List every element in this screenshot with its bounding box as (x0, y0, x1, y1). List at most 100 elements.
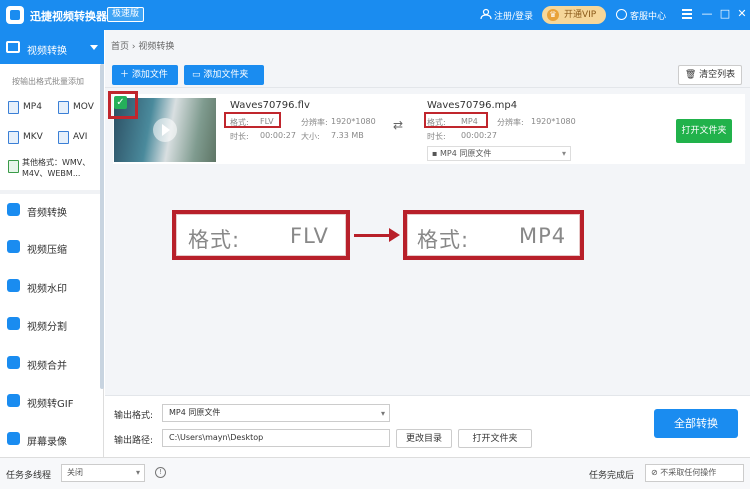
vip-button[interactable]: ♛ 开通VIP (542, 6, 606, 24)
service-link[interactable]: 客服中心 (630, 9, 666, 22)
sidebar-item-video-gif[interactable]: 视频转GIF (0, 385, 104, 415)
file-checkbox[interactable]: ✓ (108, 91, 138, 119)
chat-icon (616, 9, 627, 20)
zoom-source-value: FLV (290, 224, 329, 248)
zoom-source-label: 格式: (188, 228, 241, 252)
format-mp4[interactable]: MP4 (8, 101, 52, 115)
watermark-icon (7, 279, 20, 292)
sidebar-item-audio-convert[interactable]: 音频转换 (0, 194, 104, 224)
sidebar-item-video-merge[interactable]: 视频合并 (0, 347, 104, 377)
file-icon (58, 101, 69, 114)
sidebar-item-label: 视频压缩 (27, 245, 67, 256)
add-folder-button[interactable]: ▭ 添加文件夹 (184, 65, 264, 85)
check-icon: ✓ (114, 96, 127, 109)
output-resolution-value: 1920*1080 (531, 117, 576, 126)
split-icon (7, 317, 20, 330)
source-size-value: 7.33 MB (331, 131, 364, 140)
zoom-output-label: 格式: (417, 228, 470, 252)
app-title: 迅捷视频转换器 (30, 10, 107, 23)
format-hint: 按输出格式批量添加 (12, 77, 84, 86)
sidebar-item-label: 视频转GIF (27, 399, 74, 410)
file-icon (58, 131, 69, 144)
video-small-icon: ▪ (432, 149, 440, 158)
record-icon (7, 432, 20, 445)
prohibit-icon: ⊘ (651, 468, 661, 477)
info-icon[interactable]: ! (155, 467, 166, 478)
file-row: Waves70796.flv 格式: FLV 分辨率: 1920*1080 时长… (113, 94, 745, 164)
output-resolution-label: 分辨率: (497, 118, 524, 127)
sidebar: 视频转换 按输出格式批量添加 MP4 MOV MKV AVI 其他格式：WMV、… (0, 30, 104, 457)
login-link[interactable]: 注册/登录 (494, 9, 533, 22)
sidebar-item-video-watermark[interactable]: 视频水印 (0, 270, 104, 300)
audio-icon (7, 203, 20, 216)
title-bar: 迅捷视频转换器 极速版 注册/登录 ♛ 开通VIP 客服中心 — □ ✕ (0, 0, 750, 30)
sidebar-item-video-convert[interactable]: 视频转换 (0, 30, 104, 64)
source-resolution-value: 1920*1080 (331, 117, 376, 126)
merge-icon (7, 356, 20, 369)
zoom-output-format: 格式: MP4 (403, 210, 584, 260)
sidebar-item-label: 视频分割 (27, 322, 67, 333)
output-format-dropdown[interactable]: MP4 同原文件 ▾ (162, 404, 390, 422)
compress-icon (7, 240, 20, 253)
source-duration-label: 时长: (230, 132, 249, 141)
arrow-right-icon (389, 228, 400, 242)
multithread-select[interactable]: 关闭 ▾ (61, 464, 145, 482)
format-label: AVI (73, 132, 88, 142)
menu-icon[interactable] (682, 9, 692, 19)
clear-list-label: 清空列表 (699, 70, 736, 80)
format-avi[interactable]: AVI (58, 131, 102, 145)
vip-label: 开通VIP (564, 10, 597, 20)
open-folder-button[interactable]: 打开文件夹 (676, 119, 732, 143)
app-logo-icon (6, 6, 24, 24)
open-output-folder-button[interactable]: 打开文件夹 (458, 429, 532, 448)
minimize-button[interactable]: — (701, 8, 713, 20)
maximize-button[interactable]: □ (719, 8, 731, 20)
zoom-output-value: MP4 (519, 224, 567, 248)
format-mov[interactable]: MOV (58, 101, 102, 115)
source-format-highlight (224, 112, 281, 128)
folder-icon: ▭ (192, 70, 204, 80)
output-duration-value: 00:00:27 (461, 131, 497, 140)
after-complete-value: 不采取任何操作 (660, 468, 717, 477)
chevron-down-icon: ▾ (561, 149, 566, 158)
source-resolution-label: 分辨率: (301, 118, 328, 127)
format-label: MOV (73, 102, 94, 112)
multithread-label: 任务多线程 (6, 471, 52, 481)
multithread-value: 关闭 (67, 468, 83, 477)
sidebar-item-screen-record[interactable]: 屏幕录像 (0, 423, 104, 453)
crown-icon: ♛ (547, 9, 559, 21)
format-label: MKV (23, 132, 43, 142)
add-file-button[interactable]: ＋ 添加文件 (112, 65, 178, 85)
breadcrumb: 首页 › 视频转换 (111, 42, 175, 52)
sidebar-item-label: 屏幕录像 (27, 437, 67, 448)
sidebar-item-video-split[interactable]: 视频分割 (0, 308, 104, 338)
status-bar: 任务多线程 关闭 ▾ ! 任务完成后 ⊘ 不采取任何操作 (0, 457, 750, 489)
play-icon[interactable] (153, 118, 177, 142)
convert-all-button[interactable]: 全部转换 (654, 409, 738, 438)
output-path-label: 输出路径: (114, 436, 154, 446)
sidebar-item-video-compress[interactable]: 视频压缩 (0, 231, 104, 261)
output-format-select-value: MP4 同原文件 (439, 149, 492, 158)
source-duration-value: 00:00:27 (260, 131, 296, 140)
output-path-field[interactable]: C:\Users\mayn\Desktop (162, 429, 390, 447)
add-folder-label: 添加文件夹 (203, 70, 249, 80)
file-icon (8, 131, 19, 144)
clear-list-button[interactable]: 🗑 清空列表 (678, 65, 742, 85)
format-mkv[interactable]: MKV (8, 131, 52, 145)
output-format-select[interactable]: ▪ MP4 同原文件 ▾ (427, 146, 571, 161)
source-filename: Waves70796.flv (230, 100, 310, 111)
video-icon (6, 41, 20, 53)
output-duration-label: 时长: (427, 132, 446, 141)
source-size-label: 大小: (301, 132, 320, 141)
chevron-down-icon (90, 45, 98, 50)
close-button[interactable]: ✕ (736, 8, 748, 20)
zoom-source-format: 格式: FLV (172, 210, 350, 260)
output-format-label: 输出格式: (114, 411, 154, 421)
after-complete-select[interactable]: ⊘ 不采取任何操作 (645, 464, 744, 482)
change-directory-button[interactable]: 更改目录 (396, 429, 452, 448)
output-format-dropdown-value: MP4 同原文件 (169, 408, 221, 417)
sidebar-item-label: 音频转换 (27, 208, 67, 219)
sidebar-item-label: 视频水印 (27, 284, 67, 295)
sidebar-scrollbar[interactable] (100, 64, 104, 389)
gif-icon (7, 394, 20, 407)
